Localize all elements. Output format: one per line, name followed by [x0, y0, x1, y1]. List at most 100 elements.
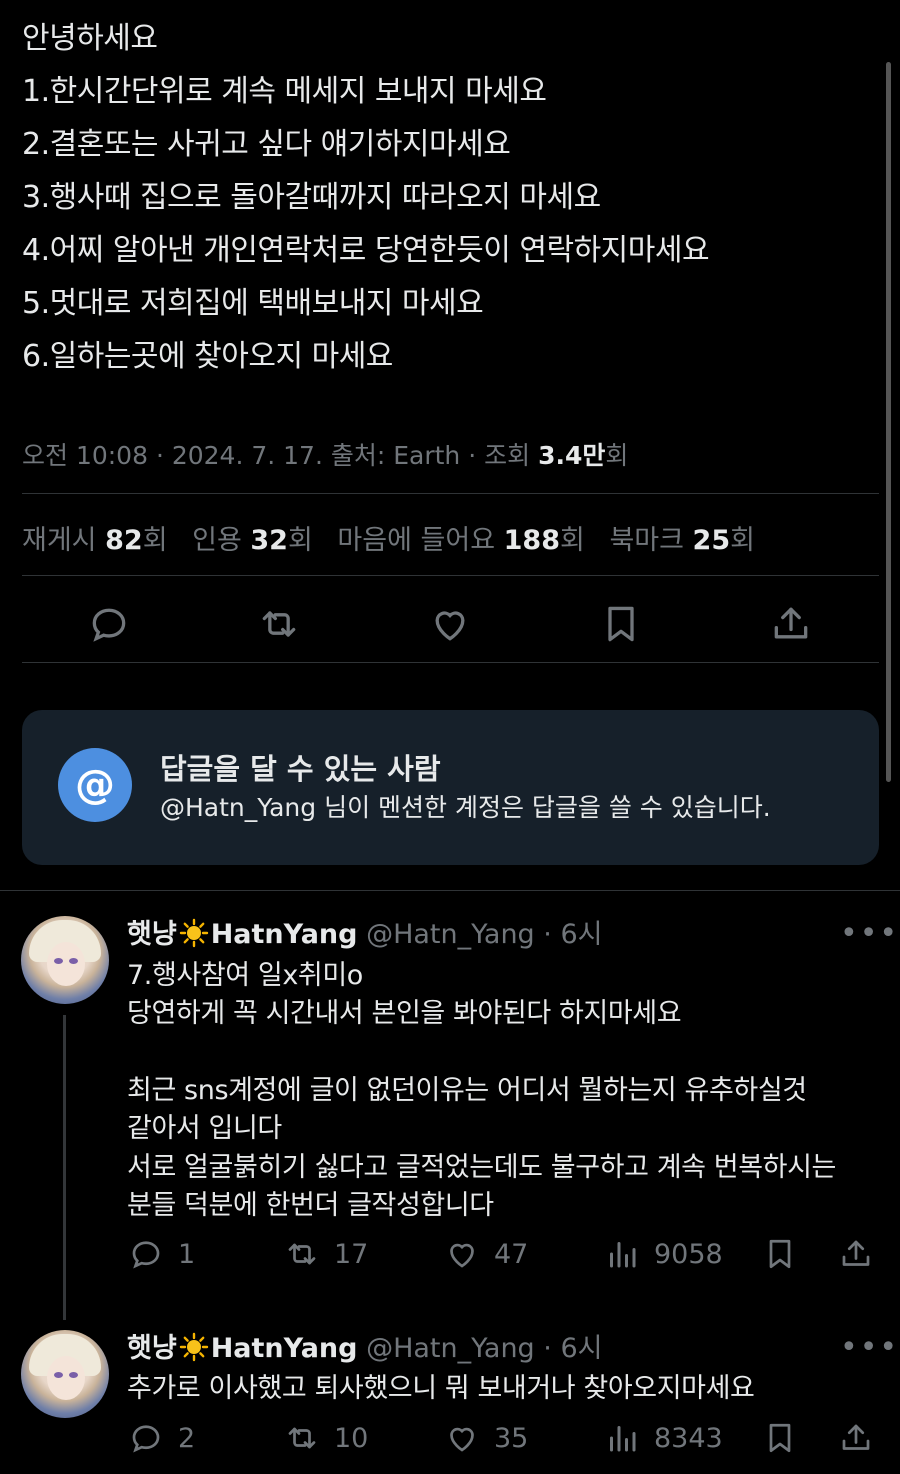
views-unit: 회: [605, 441, 629, 470]
divider: [22, 493, 879, 494]
divider: [22, 575, 879, 576]
reply-icon: [132, 1241, 160, 1269]
quote-stat-label: 인용: [192, 525, 251, 556]
reply-restriction-subtitle: @Hatn_Yang 님이 멘션한 계정은 답글을 쓸 수 있습니다.: [160, 793, 771, 822]
bookmark-stat[interactable]: 북마크 25회: [609, 525, 755, 556]
reply-line: 7.행사참여 일x취미o: [127, 960, 363, 991]
avatar[interactable]: [21, 916, 109, 1004]
mention-icon: @: [58, 748, 132, 822]
reply-button[interactable]: 1: [128, 1236, 195, 1272]
divider: [0, 890, 900, 891]
reply-author-line[interactable]: 햇냥 HatnYang @Hatn_Yang · 6시: [127, 1326, 602, 1365]
repost-stat-label: 재게시: [22, 525, 106, 556]
view-count: 8343: [654, 1422, 723, 1454]
author-handle-time: @Hatn_Yang · 6시: [366, 919, 603, 950]
more-options-icon[interactable]: •••: [840, 916, 899, 951]
repost-stat-unit: 회: [142, 525, 168, 556]
like-count: 47: [494, 1238, 529, 1270]
bookmark-icon: [769, 1239, 791, 1269]
share-button[interactable]: [838, 1236, 888, 1272]
sun-icon: [179, 918, 208, 948]
bookmark-button[interactable]: [762, 1236, 812, 1272]
author-name: HatnYang: [210, 919, 358, 950]
share-icon: [842, 1424, 870, 1450]
views-count: 3.4만: [538, 441, 606, 470]
repost-count: 10: [334, 1422, 369, 1454]
like-icon: [435, 611, 465, 641]
repost-icon: [288, 1243, 316, 1265]
repost-icon: [262, 611, 296, 637]
like-stat-label: 마음에 들어요: [337, 525, 504, 556]
scrollbar[interactable]: [886, 62, 891, 782]
views-icon: [610, 1426, 636, 1452]
reply-line: 같아서 입니다: [127, 1113, 282, 1144]
tweet-meta: 오전 10:08 · 2024. 7. 17. 출처: Earth · 조회 3…: [22, 436, 628, 472]
like-button[interactable]: [425, 599, 475, 649]
views-button[interactable]: 8343: [604, 1420, 723, 1456]
share-icon: [842, 1240, 870, 1266]
tweet-line: 5.멋대로 저희집에 택배보내지 마세요: [22, 286, 484, 321]
repost-icon: [288, 1427, 316, 1449]
avatar[interactable]: [21, 1330, 109, 1418]
tweet-line: 안녕하세요: [22, 21, 158, 56]
reply-line: 서로 얼굴붉히기 싫다고 글적었는데도 불구하고 계속 번복하시는: [127, 1152, 836, 1183]
views-icon: [610, 1242, 636, 1268]
bookmark-button[interactable]: [596, 599, 646, 649]
quote-stat-unit: 회: [287, 525, 313, 556]
like-button[interactable]: 47: [444, 1236, 528, 1272]
share-button[interactable]: [838, 1420, 888, 1456]
reply-author-line[interactable]: 햇냥 HatnYang @Hatn_Yang · 6시: [127, 912, 602, 951]
repost-stat-value: 82: [105, 525, 143, 556]
tweet-line: 2.결혼또는 사귀고 싶다 얘기하지마세요: [22, 127, 511, 162]
views-button[interactable]: 9058: [604, 1236, 723, 1272]
author-handle-time: @Hatn_Yang · 6시: [366, 1333, 603, 1364]
divider: [22, 662, 879, 663]
author-name-prefix: 햇냥: [127, 919, 177, 950]
bookmark-button[interactable]: [762, 1420, 812, 1456]
share-button[interactable]: [766, 599, 816, 649]
more-options-icon[interactable]: •••: [840, 1330, 899, 1365]
tweet-line: 1.한시간단위로 계속 메세지 보내지 마세요: [22, 74, 547, 109]
repost-button[interactable]: [254, 599, 304, 649]
bookmark-icon: [608, 606, 634, 642]
reply-icon: [132, 1425, 160, 1453]
reply-line: 당연하게 꼭 시간내서 본인을 봐야된다 하지마세요: [127, 998, 682, 1029]
author-name-prefix: 햇냥: [127, 1333, 177, 1364]
like-icon: [450, 1427, 474, 1452]
like-icon: [450, 1243, 474, 1268]
bookmark-stat-value: 25: [692, 525, 731, 556]
reply-button[interactable]: [84, 599, 134, 649]
author-name: HatnYang: [210, 1333, 358, 1364]
reply-line: 분들 덕분에 한번더 글작성합니다: [127, 1190, 494, 1221]
reply-line: 추가로 이사했고 퇴사했으니 뭐 보내거나 찾아오지마세요: [127, 1373, 755, 1404]
repost-button[interactable]: 17: [284, 1236, 368, 1272]
like-button[interactable]: 35: [444, 1420, 528, 1456]
bookmark-stat-label: 북마크: [609, 525, 693, 556]
tweet-line: 3.행사때 집으로 돌아갈때까지 따라오지 마세요: [22, 180, 601, 215]
bookmark-stat-unit: 회: [730, 525, 755, 556]
reply-count: 2: [178, 1422, 196, 1454]
repost-stat[interactable]: 재게시 82회: [22, 525, 168, 556]
reply-restriction-title: 답글을 달 수 있는 사람: [160, 752, 441, 786]
like-stat[interactable]: 마음에 들어요 188회: [337, 525, 584, 556]
view-count: 9058: [654, 1238, 723, 1270]
tweet-meta-text: 오전 10:08 · 2024. 7. 17. 출처: Earth · 조회: [22, 441, 539, 470]
repost-button[interactable]: 10: [284, 1420, 368, 1456]
like-count: 35: [494, 1422, 529, 1454]
reply-count: 1: [178, 1238, 196, 1270]
sun-icon: [179, 1332, 208, 1362]
repost-count: 17: [334, 1238, 369, 1270]
bookmark-icon: [769, 1423, 791, 1453]
like-stat-unit: 회: [560, 525, 585, 556]
quote-stat-value: 32: [250, 525, 288, 556]
thread-line: [63, 1015, 66, 1320]
share-icon: [774, 607, 808, 639]
reply-restriction-card: @ 답글을 달 수 있는 사람 @Hatn_Yang 님이 멘션한 계정은 답글…: [22, 710, 879, 865]
reply-line: 최근 sns계정에 글이 없던이유는 어디서 뭘하는지 유추하실것: [127, 1075, 807, 1106]
tweet-stats: 재게시 82회 인용 32회 마음에 들어요 188회 북마크 25회: [22, 518, 755, 557]
reply-icon: [92, 608, 126, 642]
reply-button[interactable]: 2: [128, 1420, 195, 1456]
like-stat-value: 188: [503, 525, 560, 556]
quote-stat[interactable]: 인용 32회: [192, 525, 313, 556]
tweet-line: 4.어찌 알아낸 개인연락처로 당연한듯이 연락하지마세요: [22, 233, 710, 268]
